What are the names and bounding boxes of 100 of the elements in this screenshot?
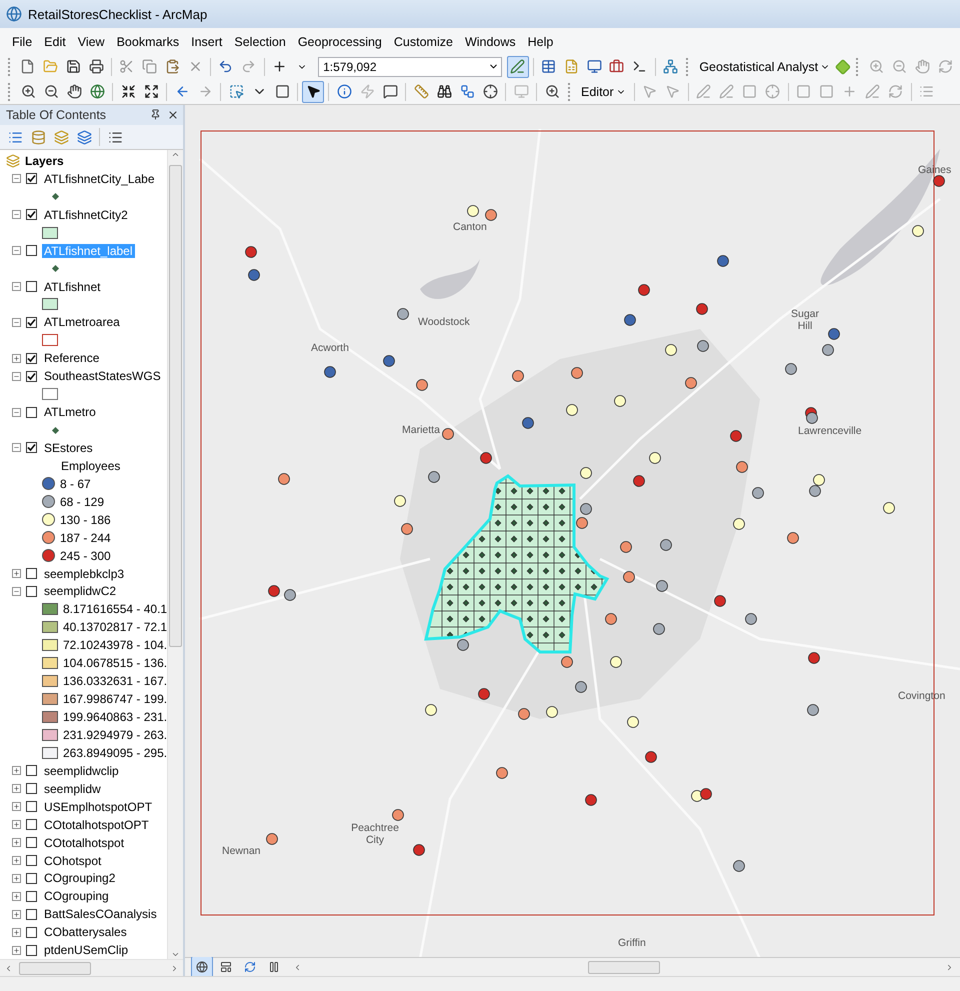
layer-checkbox[interactable]	[26, 890, 37, 902]
editor-toolbar-button[interactable]	[507, 56, 529, 78]
layer-name[interactable]: USEmplhotspotOPT	[42, 800, 154, 814]
layer-name[interactable]: BattSalesCOanalysis	[42, 907, 159, 922]
scroll-thumb[interactable]	[588, 960, 660, 974]
layer-name[interactable]: SEstores	[42, 440, 95, 455]
collapse-toggle[interactable]	[12, 210, 21, 220]
zoom-in-icon	[20, 84, 36, 99]
layer-checkbox[interactable]	[26, 855, 37, 866]
layer-name[interactable]: ptdenUSemClip	[42, 943, 130, 958]
layer-name[interactable]: seemplidw	[42, 782, 103, 796]
menu-item[interactable]: Insert	[185, 33, 228, 51]
expand-toggle[interactable]	[12, 354, 21, 363]
expand-toggle[interactable]	[12, 802, 21, 812]
layer-checkbox[interactable]	[26, 926, 37, 938]
scale-field[interactable]: 1:579,092	[318, 56, 502, 76]
layer-checkbox[interactable]	[26, 316, 37, 328]
layer-name[interactable]: ATLmetroarea	[42, 315, 122, 330]
end-point-arc-icon	[719, 84, 734, 99]
layer-name[interactable]: COgrouping2	[42, 871, 118, 886]
layer-checkbox[interactable]	[26, 783, 37, 794]
expand-toggle[interactable]	[12, 874, 21, 883]
layer-checkbox[interactable]	[26, 209, 37, 220]
layer-name[interactable]: seemplidwclip	[42, 764, 121, 778]
scroll-up-icon[interactable]	[171, 150, 180, 159]
menu-item[interactable]: Customize	[388, 33, 459, 51]
menu-item[interactable]: File	[6, 33, 38, 51]
expand-toggle[interactable]	[12, 838, 21, 848]
scroll-right-icon[interactable]	[945, 962, 954, 972]
layer-name[interactable]: ATLmetro	[42, 405, 98, 420]
geostatistical-analyst-menu[interactable]: Geostatistical Analyst	[695, 56, 834, 78]
layer-checkbox[interactable]	[26, 801, 37, 812]
expand-toggle[interactable]	[12, 910, 21, 919]
scroll-down-icon[interactable]	[171, 950, 180, 959]
add-data-icon	[272, 59, 287, 74]
layer-name[interactable]: COtotalhotspotOPT	[42, 818, 151, 832]
collapse-toggle[interactable]	[12, 318, 21, 327]
layer-name[interactable]: ATLfishnetCity_Labe	[42, 172, 157, 186]
place-label: Peachtree City	[350, 823, 400, 846]
layer-checkbox[interactable]	[26, 568, 37, 580]
layer-name[interactable]: Reference	[42, 351, 102, 366]
expand-toggle[interactable]	[12, 569, 21, 578]
collapse-toggle[interactable]	[12, 246, 21, 256]
layer-name[interactable]: SoutheastStatesWGS	[42, 369, 163, 384]
horizontal-scrollbar[interactable]	[293, 960, 954, 974]
layer-name[interactable]: COhotspot	[42, 854, 104, 868]
collapse-toggle[interactable]	[12, 443, 21, 452]
expand-toggle[interactable]	[12, 928, 21, 937]
expand-toggle[interactable]	[12, 946, 21, 955]
menu-item[interactable]: View	[72, 33, 111, 51]
layer-name[interactable]: ATLfishnetCity2	[42, 208, 130, 222]
layer-checkbox[interactable]	[26, 908, 37, 920]
collapse-toggle[interactable]	[12, 174, 21, 184]
collapse-toggle[interactable]	[12, 282, 21, 292]
data-frame-name[interactable]: Layers	[25, 154, 64, 168]
menu-item[interactable]: Help	[522, 33, 560, 51]
horizontal-scrollbar[interactable]	[0, 959, 183, 976]
layer-checkbox[interactable]	[26, 765, 37, 776]
layer-name[interactable]: seemplidwC2	[42, 584, 118, 598]
layer-checkbox[interactable]	[26, 442, 37, 454]
expand-toggle[interactable]	[12, 892, 21, 901]
layer-checkbox[interactable]	[26, 281, 37, 292]
layer-name[interactable]: CObatterysales	[42, 925, 129, 940]
scroll-left-icon[interactable]	[293, 962, 302, 972]
close-icon[interactable]	[167, 109, 179, 121]
expand-toggle[interactable]	[12, 766, 21, 776]
select-tool-button[interactable]	[302, 80, 324, 102]
scroll-right-icon[interactable]	[170, 964, 179, 972]
expand-toggle[interactable]	[12, 820, 21, 830]
menu-item[interactable]: Geoprocessing	[292, 33, 388, 51]
layer-checkbox[interactable]	[26, 370, 37, 382]
expand-toggle[interactable]	[12, 784, 21, 794]
layer-name[interactable]: seemplebkclp3	[42, 566, 126, 581]
layer-name[interactable]: COgrouping	[42, 889, 111, 904]
layer-name[interactable]: COtotalhotspot	[42, 836, 126, 850]
layer-name[interactable]: ATLfishnet	[42, 280, 102, 294]
vertical-scrollbar[interactable]	[167, 150, 183, 959]
menu-item[interactable]: Windows	[458, 33, 522, 51]
pin-icon[interactable]	[150, 109, 161, 120]
layer-checkbox[interactable]	[26, 406, 37, 418]
layer-checkbox[interactable]	[26, 944, 37, 956]
collapse-toggle[interactable]	[12, 372, 21, 381]
collapse-toggle[interactable]	[12, 586, 21, 596]
editor-menu[interactable]: Editor	[577, 80, 630, 102]
scroll-thumb[interactable]	[169, 165, 182, 647]
collapse-toggle[interactable]	[12, 408, 21, 417]
expand-toggle[interactable]	[12, 856, 21, 866]
layer-checkbox[interactable]	[26, 819, 37, 830]
layer-checkbox[interactable]	[26, 245, 37, 256]
menu-item[interactable]: Selection	[228, 33, 292, 51]
class-label: 187 - 244	[60, 530, 111, 545]
scroll-left-icon[interactable]	[4, 964, 13, 972]
menu-item[interactable]: Bookmarks	[110, 33, 186, 51]
layer-checkbox[interactable]	[26, 586, 37, 597]
layer-checkbox[interactable]	[26, 872, 37, 884]
menu-item[interactable]: Edit	[38, 33, 72, 51]
scroll-thumb[interactable]	[19, 962, 91, 974]
layer-checkbox[interactable]	[26, 173, 37, 184]
layer-checkbox[interactable]	[26, 352, 37, 364]
layer-checkbox[interactable]	[26, 837, 37, 848]
